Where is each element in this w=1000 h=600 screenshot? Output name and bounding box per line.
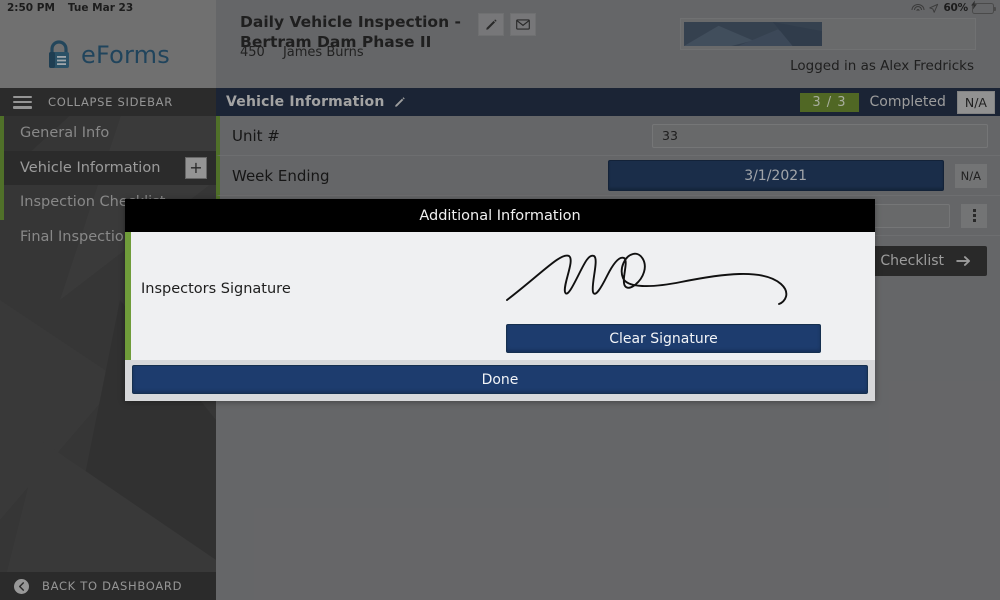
done-button[interactable]: Done — [132, 365, 868, 394]
clear-signature-button[interactable]: Clear Signature — [506, 324, 821, 353]
wifi-icon — [911, 3, 925, 14]
status-bar-time: 2:50 PM — [7, 2, 55, 14]
modal-title: Additional Information — [125, 199, 875, 232]
battery-charging-icon — [971, 0, 997, 14]
handwritten-signature[interactable] — [501, 240, 821, 318]
status-bar-right: 60% — [911, 0, 1000, 14]
status-bar-date: Tue Mar 23 — [67, 2, 134, 14]
location-arrow-icon — [929, 3, 939, 13]
modal-footer: Done — [125, 360, 875, 401]
ios-status-bar: 2:50 PM Tue Mar 23 60% — [0, 0, 1000, 16]
modal-body: Inspectors Signature Clear Signature — [125, 232, 875, 360]
signature-field-label: Inspectors Signature — [141, 281, 291, 297]
additional-information-modal: Additional Information Inspectors Signat… — [125, 199, 875, 401]
status-bar-left: 2:50 PM Tue Mar 23 — [0, 2, 133, 14]
battery-percent-label: 60% — [943, 2, 968, 14]
